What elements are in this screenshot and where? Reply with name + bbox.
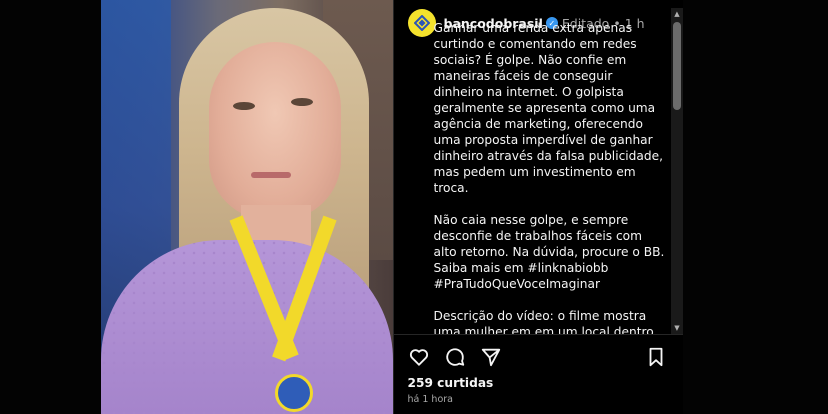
scroll-down-arrow[interactable]: ▼ xyxy=(671,322,683,334)
post-sidebar: bancodobrasil ✓ Editado • 1 h Ganhar uma… xyxy=(392,0,683,414)
divider xyxy=(393,334,683,335)
likes-count[interactable]: 259 curtidas xyxy=(408,376,494,390)
bank-logo-icon xyxy=(413,15,430,31)
bookmark-icon[interactable] xyxy=(645,346,669,370)
heart-icon[interactable] xyxy=(408,346,432,370)
caption-paragraph: Não caia nesse golpe, e sempre desconfie… xyxy=(433,213,665,291)
post-actions xyxy=(408,346,670,370)
post-dialog: bancodobrasil ✓ Editado • 1 h Ganhar uma… xyxy=(101,0,683,414)
lanyard-badge xyxy=(275,374,313,412)
comment-icon[interactable] xyxy=(444,346,468,370)
post-timestamp[interactable]: há 1 hora xyxy=(408,394,454,405)
scroll-up-arrow[interactable]: ▲ xyxy=(671,8,683,20)
caption-paragraph: Descrição do vídeo: o filme mostra uma m… xyxy=(433,309,654,334)
share-icon[interactable] xyxy=(480,346,504,370)
scroll-thumb[interactable] xyxy=(673,22,681,110)
avatar[interactable] xyxy=(407,9,436,37)
caption-scrollbar[interactable]: ▲ ▼ xyxy=(671,8,683,334)
caption: Ganhar uma renda extra apenas curtindo e… xyxy=(434,20,666,334)
caption-paragraph: Ganhar uma renda extra apenas curtindo e… xyxy=(433,21,663,195)
post-video[interactable] xyxy=(101,0,393,414)
